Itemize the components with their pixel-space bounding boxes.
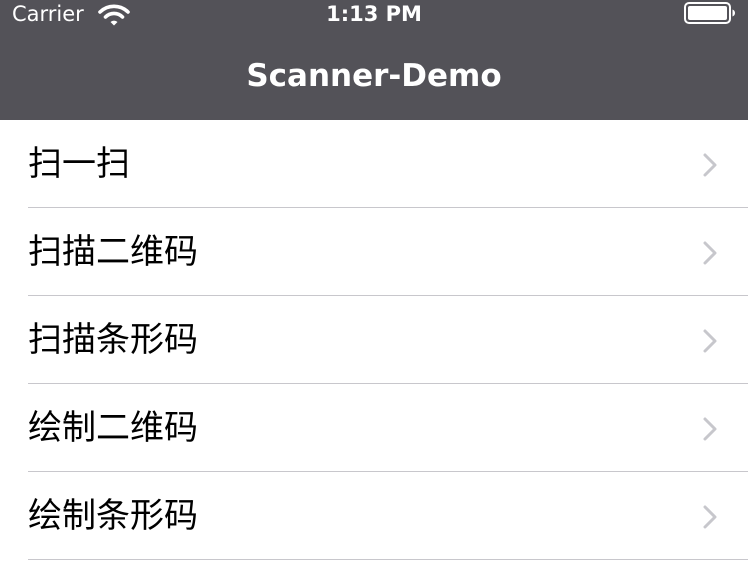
menu-item-scan[interactable]: 扫一扫 xyxy=(0,120,748,208)
menu-item-label: 扫描二维码 xyxy=(28,232,198,272)
status-bar: Carrier 1:13 PM xyxy=(0,0,748,28)
top-bar: Carrier 1:13 PM Scanner-Demo xyxy=(0,0,748,120)
menu-item-scan-barcode[interactable]: 扫描条形码 xyxy=(0,296,748,384)
nav-title: Scanner-Demo xyxy=(246,58,502,94)
chevron-right-icon xyxy=(703,329,717,353)
chevron-right-icon xyxy=(703,417,717,441)
menu-item-label: 绘制条形码 xyxy=(28,496,198,536)
menu-item-draw-barcode[interactable]: 绘制条形码 xyxy=(0,472,748,560)
menu-item-scan-qrcode[interactable]: 扫描二维码 xyxy=(0,208,748,296)
app-screen: Carrier 1:13 PM Scanner-Demo 扫一扫 扫描二维码 扫… xyxy=(0,0,748,564)
status-time: 1:13 PM xyxy=(326,2,422,26)
chevron-right-icon xyxy=(703,153,717,177)
chevron-right-icon xyxy=(703,505,717,529)
battery-icon xyxy=(684,2,735,24)
menu-list: 扫一扫 扫描二维码 扫描条形码 绘制二维码 绘制条形码 xyxy=(0,120,748,564)
menu-item-label: 绘制二维码 xyxy=(28,408,198,448)
menu-item-draw-qrcode[interactable]: 绘制二维码 xyxy=(0,384,748,472)
menu-item-label: 扫描条形码 xyxy=(28,320,198,360)
row-divider xyxy=(28,559,748,560)
chevron-right-icon xyxy=(703,241,717,265)
menu-item-label: 扫一扫 xyxy=(28,144,130,184)
